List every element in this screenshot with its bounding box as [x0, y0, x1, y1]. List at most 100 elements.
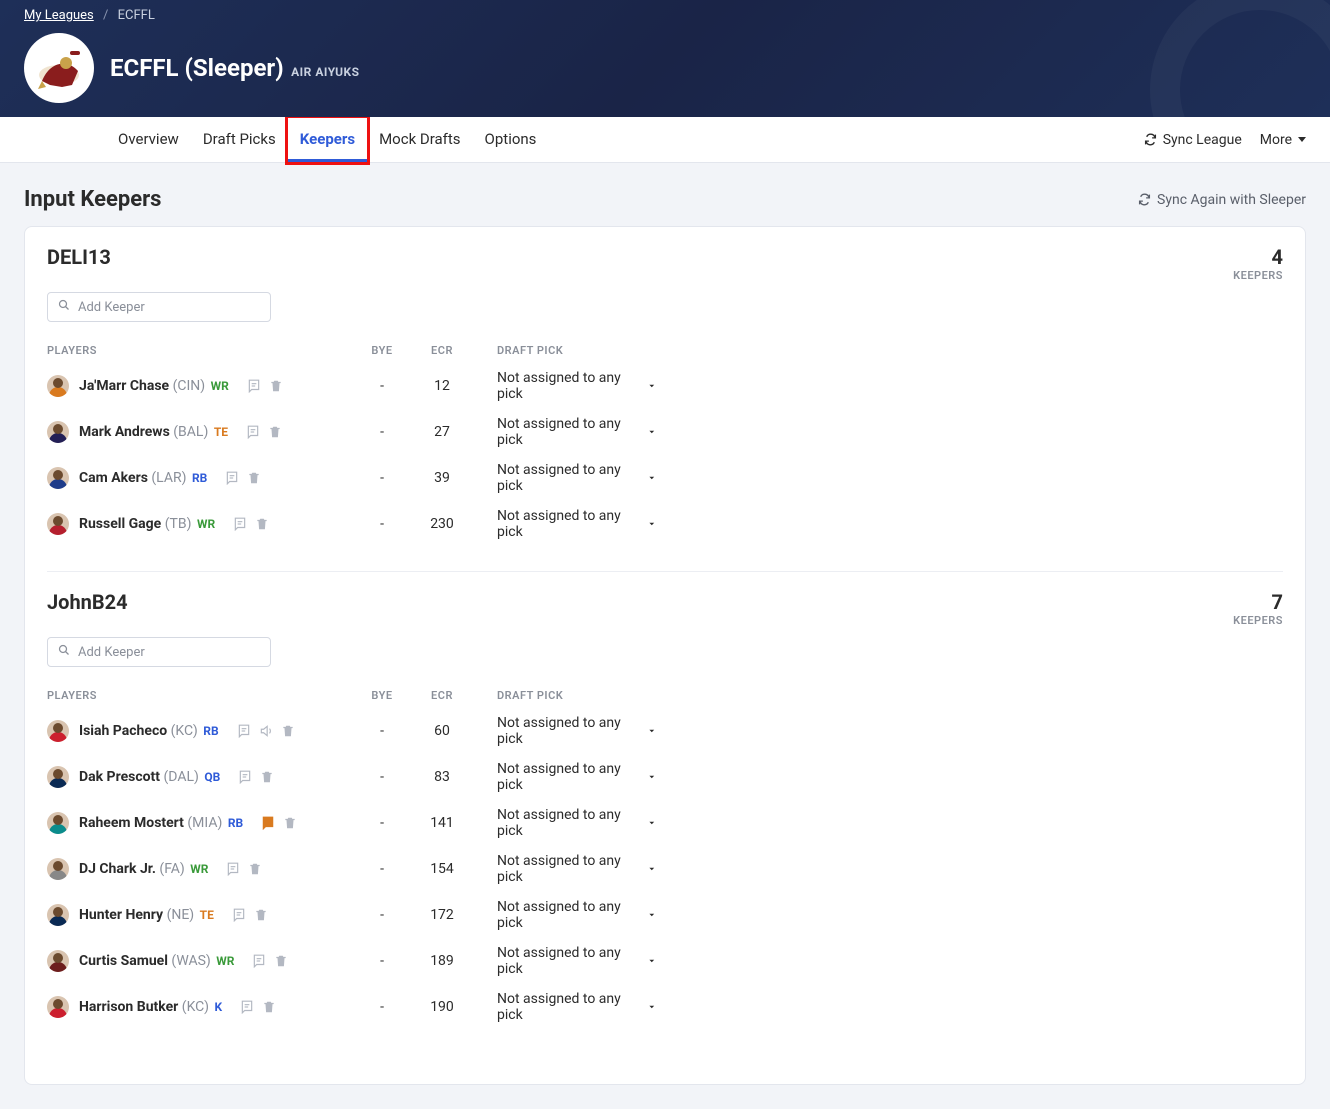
player-bye: -: [357, 470, 407, 486]
player-name: Isiah Pacheco: [79, 723, 167, 739]
player-row: Raheem Mostert (MIA) RB - 141 Not assign…: [47, 800, 1283, 846]
draft-pick-select[interactable]: Not assigned to any pick: [497, 899, 657, 931]
player-name: Ja'Marr Chase: [79, 378, 169, 394]
player-row: Harrison Butker (KC) K - 190 Not assigne…: [47, 984, 1283, 1030]
tab-options[interactable]: Options: [473, 118, 549, 162]
trash-icon[interactable]: [260, 770, 274, 784]
draft-pick-select[interactable]: Not assigned to any pick: [497, 416, 657, 448]
player-headshot: [47, 467, 69, 489]
player-team: (LAR): [151, 470, 186, 486]
note-icon[interactable]: [237, 724, 251, 738]
player-bye: -: [357, 999, 407, 1015]
player-team: (BAL): [173, 424, 208, 440]
add-keeper-input[interactable]: Add Keeper: [47, 292, 271, 322]
note-icon[interactable]: [232, 908, 246, 922]
league-avatar: [24, 33, 94, 103]
page-title: Input Keepers: [24, 187, 161, 212]
player-row: Russell Gage (TB) WR - 230 Not assigned …: [47, 501, 1283, 547]
chevron-down-icon: [647, 473, 657, 483]
note-icon[interactable]: [238, 770, 252, 784]
add-keeper-input[interactable]: Add Keeper: [47, 637, 271, 667]
chevron-down-icon: [647, 1002, 657, 1012]
note-icon[interactable]: [246, 425, 260, 439]
player-position: RB: [192, 471, 207, 485]
draft-pick-value: Not assigned to any pick: [497, 761, 643, 793]
player-ecr: 190: [407, 999, 477, 1015]
trash-icon[interactable]: [281, 724, 295, 738]
draft-pick-select[interactable]: Not assigned to any pick: [497, 370, 657, 402]
note-icon[interactable]: [225, 471, 239, 485]
trash-icon[interactable]: [268, 425, 282, 439]
player-headshot: [47, 766, 69, 788]
table-header: PLAYERS BYE ECR DRAFT PICK: [47, 338, 1283, 363]
sync-again-button[interactable]: Sync Again with Sleeper: [1138, 192, 1306, 208]
trash-icon[interactable]: [274, 954, 288, 968]
player-position: QB: [204, 770, 220, 784]
draft-pick-value: Not assigned to any pick: [497, 508, 643, 540]
add-keeper-placeholder: Add Keeper: [78, 645, 145, 660]
draft-pick-select[interactable]: Not assigned to any pick: [497, 853, 657, 885]
league-title: ECFFL (Sleeper): [110, 54, 284, 82]
player-bye: -: [357, 378, 407, 394]
trash-icon[interactable]: [283, 816, 297, 830]
player-bye: -: [357, 861, 407, 877]
draft-pick-select[interactable]: Not assigned to any pick: [497, 761, 657, 793]
player-ecr: 230: [407, 516, 477, 532]
sync-league-button[interactable]: Sync League: [1144, 132, 1242, 148]
refresh-icon: [1144, 133, 1157, 146]
tab-overview[interactable]: Overview: [106, 118, 191, 162]
player-headshot: [47, 904, 69, 926]
player-name: DJ Chark Jr.: [79, 861, 156, 877]
player-name: Raheem Mostert: [79, 815, 184, 831]
player-name: Russell Gage: [79, 516, 161, 532]
player-position: RB: [228, 816, 243, 830]
keeper-count-number: 4: [1233, 245, 1283, 269]
draft-pick-select[interactable]: Not assigned to any pick: [497, 945, 657, 977]
player-position: RB: [203, 724, 218, 738]
chevron-down-icon: [647, 726, 657, 736]
note-icon[interactable]: [233, 517, 247, 531]
player-bye: -: [357, 723, 407, 739]
breadcrumb-separator: /: [103, 8, 108, 23]
player-row: Hunter Henry (NE) TE - 172 Not assigned …: [47, 892, 1283, 938]
player-name: Curtis Samuel: [79, 953, 168, 969]
trash-icon[interactable]: [269, 379, 283, 393]
trash-icon[interactable]: [262, 1000, 276, 1014]
player-ecr: 60: [407, 723, 477, 739]
draft-pick-select[interactable]: Not assigned to any pick: [497, 508, 657, 540]
col-header-bye: BYE: [357, 344, 407, 357]
sound-icon[interactable]: [259, 724, 273, 738]
player-team: (KC): [182, 999, 209, 1015]
note-icon[interactable]: [247, 379, 261, 393]
player-headshot: [47, 812, 69, 834]
refresh-icon: [1138, 193, 1151, 206]
header-decoration: [1150, 0, 1330, 117]
caret-down-icon: [1298, 137, 1306, 142]
player-bye: -: [357, 424, 407, 440]
note-icon[interactable]: [226, 862, 240, 876]
trash-icon[interactable]: [247, 471, 261, 485]
draft-pick-select[interactable]: Not assigned to any pick: [497, 807, 657, 839]
tab-keepers[interactable]: Keepers: [288, 118, 367, 162]
player-team: (CIN): [173, 378, 206, 394]
tab-draft-picks[interactable]: Draft Picks: [191, 118, 288, 162]
trash-icon[interactable]: [255, 517, 269, 531]
draft-pick-select[interactable]: Not assigned to any pick: [497, 462, 657, 494]
note-icon[interactable]: [240, 1000, 254, 1014]
player-bye: -: [357, 907, 407, 923]
note-icon[interactable]: [261, 816, 275, 830]
trash-icon[interactable]: [248, 862, 262, 876]
player-name: Cam Akers: [79, 470, 148, 486]
note-icon[interactable]: [252, 954, 266, 968]
breadcrumb-parent-link[interactable]: My Leagues: [24, 8, 94, 23]
tab-mock-drafts[interactable]: Mock Drafts: [367, 118, 472, 162]
chevron-down-icon: [647, 956, 657, 966]
draft-pick-value: Not assigned to any pick: [497, 370, 643, 402]
more-dropdown[interactable]: More: [1260, 132, 1306, 148]
player-ecr: 172: [407, 907, 477, 923]
trash-icon[interactable]: [254, 908, 268, 922]
player-team: (NE): [167, 907, 195, 923]
col-header-players: PLAYERS: [47, 689, 357, 702]
draft-pick-select[interactable]: Not assigned to any pick: [497, 991, 657, 1023]
draft-pick-select[interactable]: Not assigned to any pick: [497, 715, 657, 747]
